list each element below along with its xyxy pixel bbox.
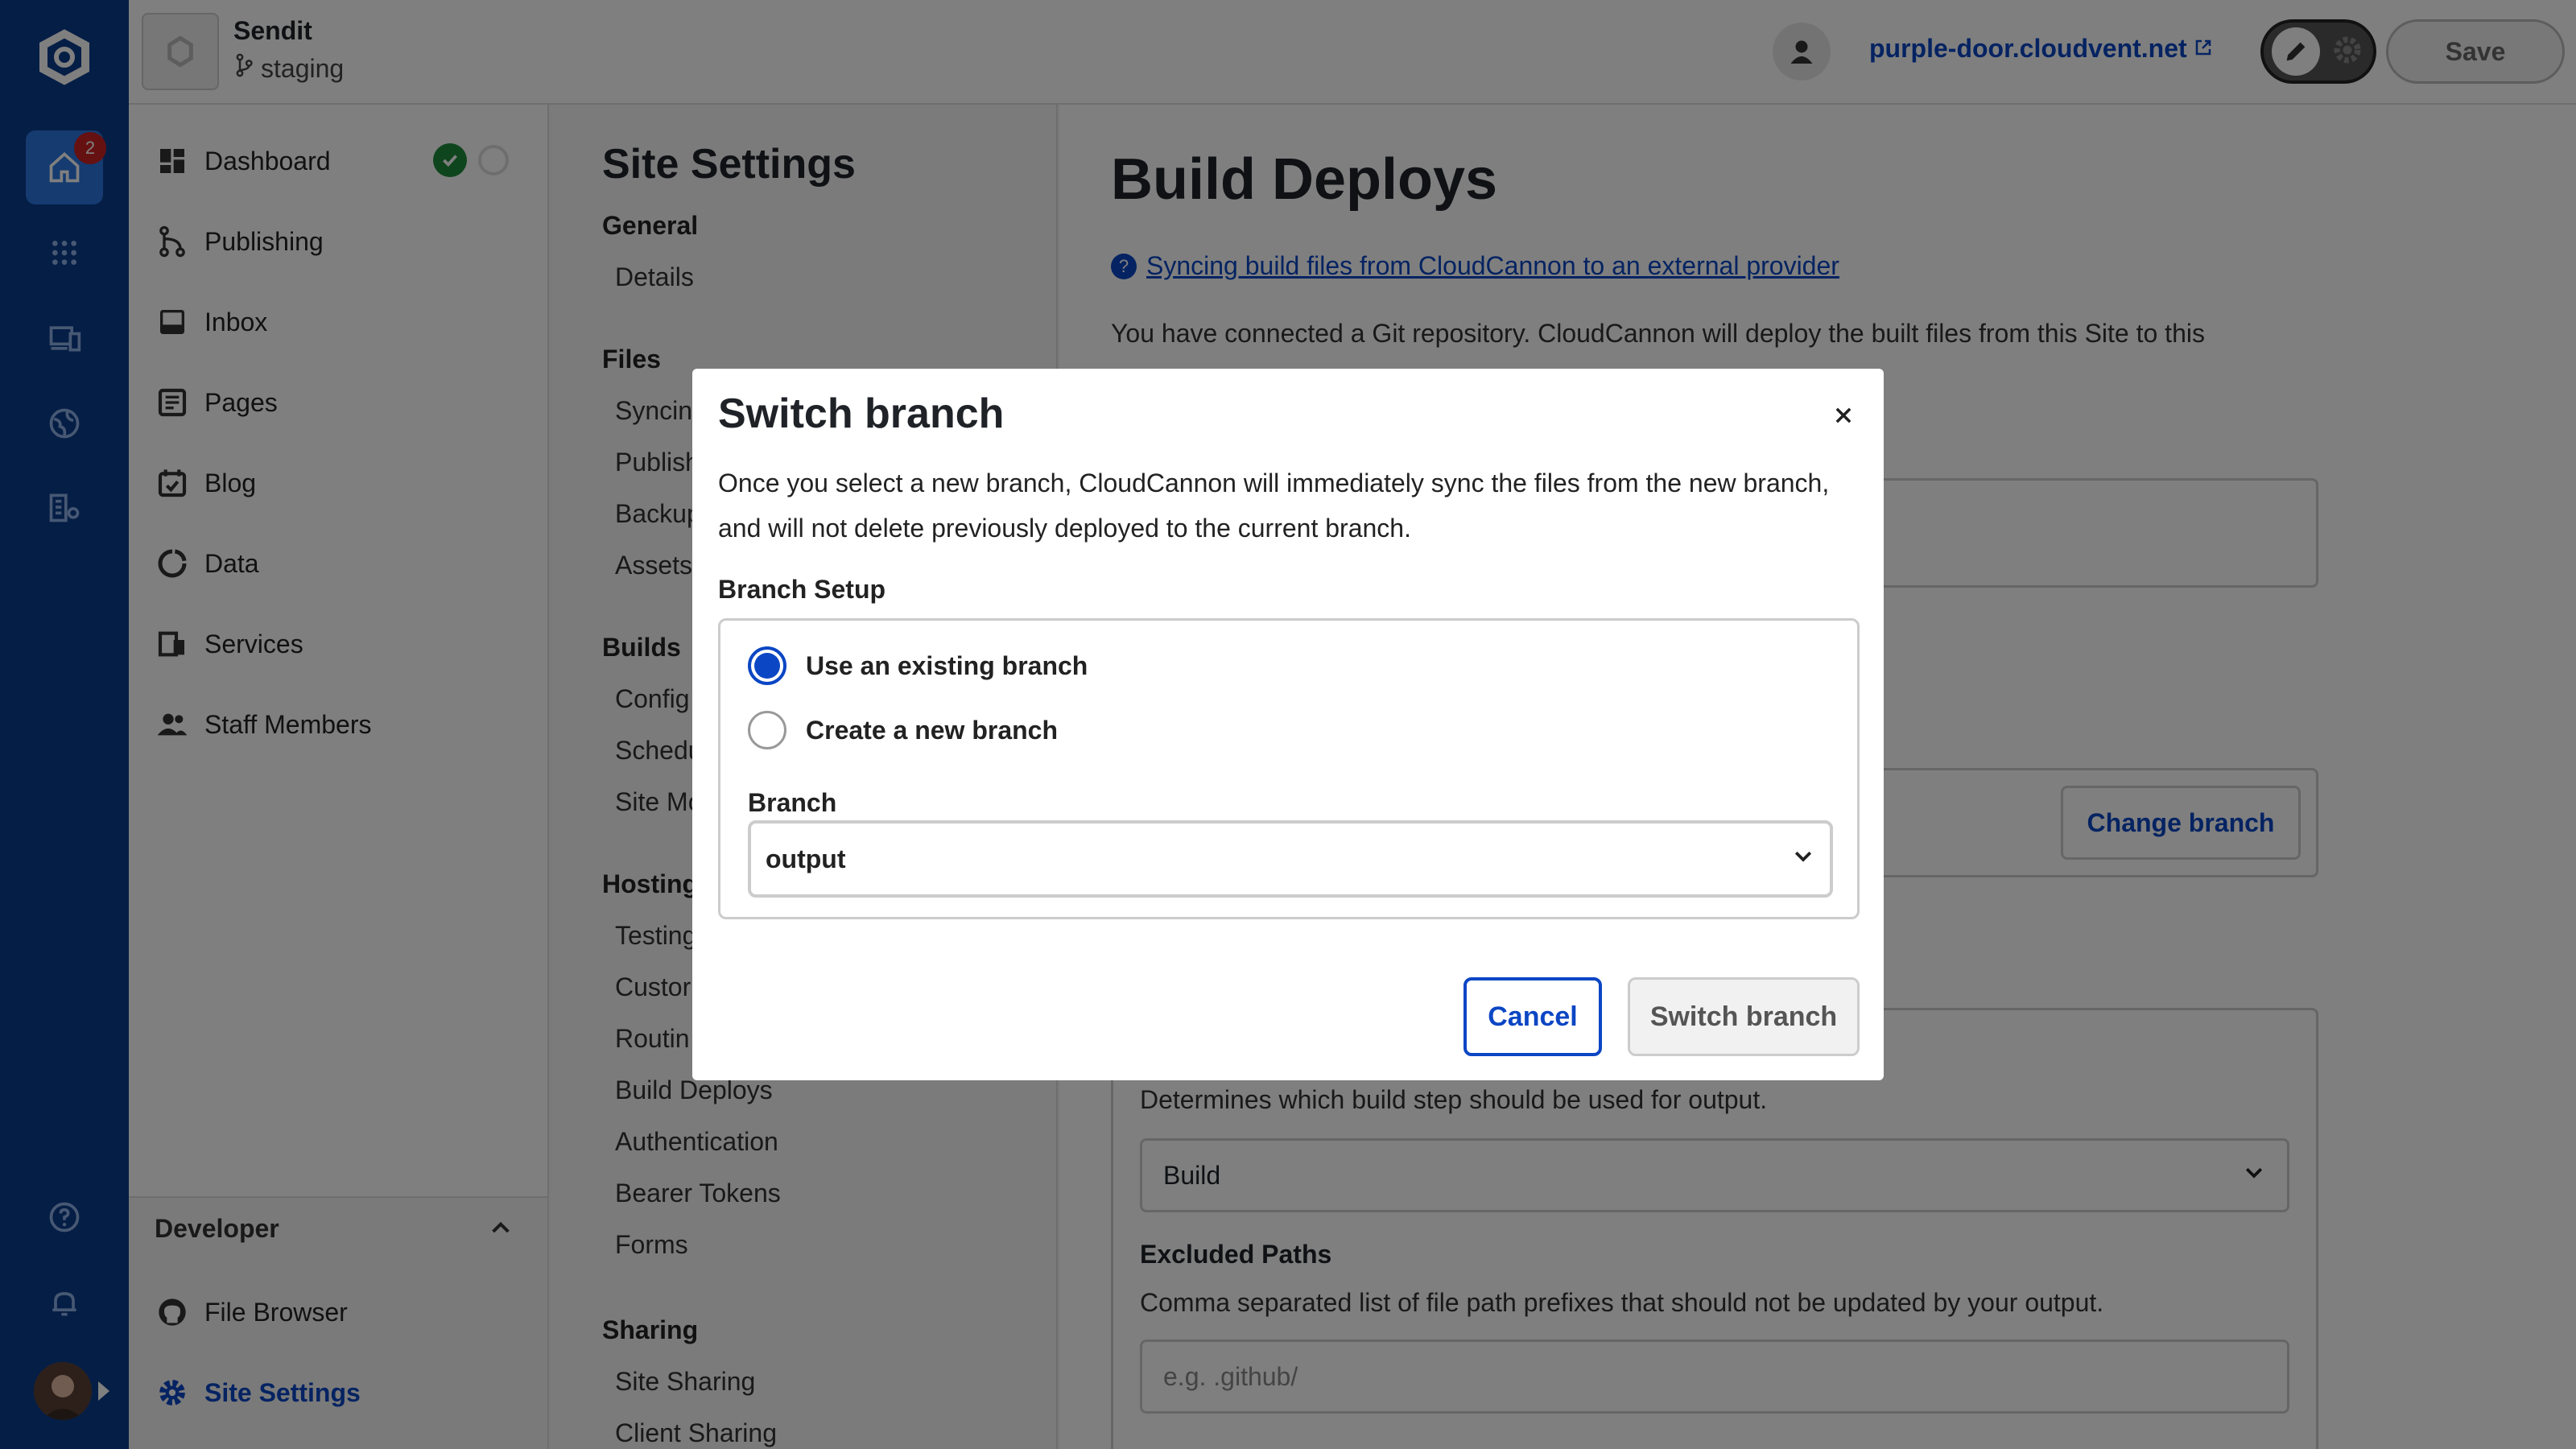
radio-use-existing-branch[interactable]: Use an existing branch — [748, 645, 1088, 687]
switch-branch-button[interactable]: Switch branch — [1628, 977, 1860, 1056]
radio-unchecked-icon[interactable] — [748, 711, 786, 749]
branch-select[interactable]: output — [748, 820, 1833, 898]
radio-label: Create a new branch — [806, 715, 1058, 745]
chevron-down-icon — [1791, 844, 1815, 874]
branch-setup-label: Branch Setup — [718, 575, 886, 604]
switch-branch-modal: Switch branch Once you select a new bran… — [692, 369, 1884, 1080]
close-icon[interactable] — [1819, 391, 1868, 440]
radio-checked-icon[interactable] — [748, 646, 786, 685]
branch-setup-box: Use an existing branch Create a new bran… — [718, 618, 1860, 919]
cancel-button[interactable]: Cancel — [1463, 977, 1602, 1056]
modal-title: Switch branch — [718, 390, 1005, 437]
radio-create-new-branch[interactable]: Create a new branch — [748, 709, 1058, 751]
modal-description: Once you select a new branch, CloudCanno… — [718, 469, 1830, 543]
branch-select-label: Branch — [748, 788, 837, 817]
radio-label: Use an existing branch — [806, 650, 1088, 680]
branch-select-value: output — [766, 844, 846, 873]
